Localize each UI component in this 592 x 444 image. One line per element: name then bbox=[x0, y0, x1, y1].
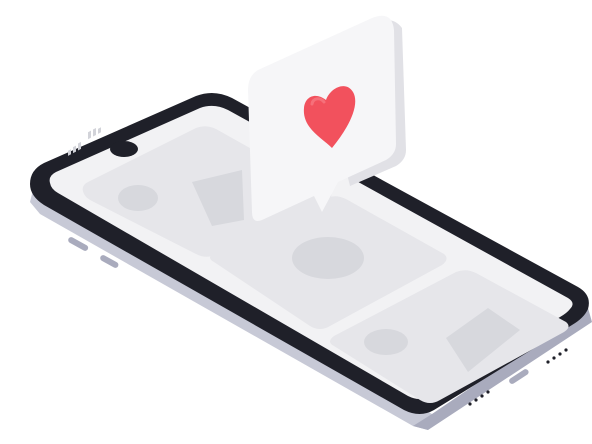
speaker-dot bbox=[468, 402, 472, 406]
speaker-dot bbox=[474, 398, 478, 402]
speaker-dot bbox=[558, 352, 562, 356]
speaker-dot bbox=[564, 348, 568, 352]
image-placeholder-icon bbox=[118, 185, 158, 211]
wifi-icon bbox=[88, 127, 101, 140]
speaker-dot bbox=[552, 356, 556, 360]
phone-illustration bbox=[30, 15, 592, 430]
image-placeholder-icon bbox=[292, 237, 364, 279]
speaker-dot bbox=[480, 394, 484, 398]
image-placeholder-icon bbox=[364, 329, 408, 355]
front-camera-notch bbox=[110, 141, 138, 157]
speaker-dot bbox=[546, 360, 550, 364]
speaker-dot bbox=[486, 390, 490, 394]
